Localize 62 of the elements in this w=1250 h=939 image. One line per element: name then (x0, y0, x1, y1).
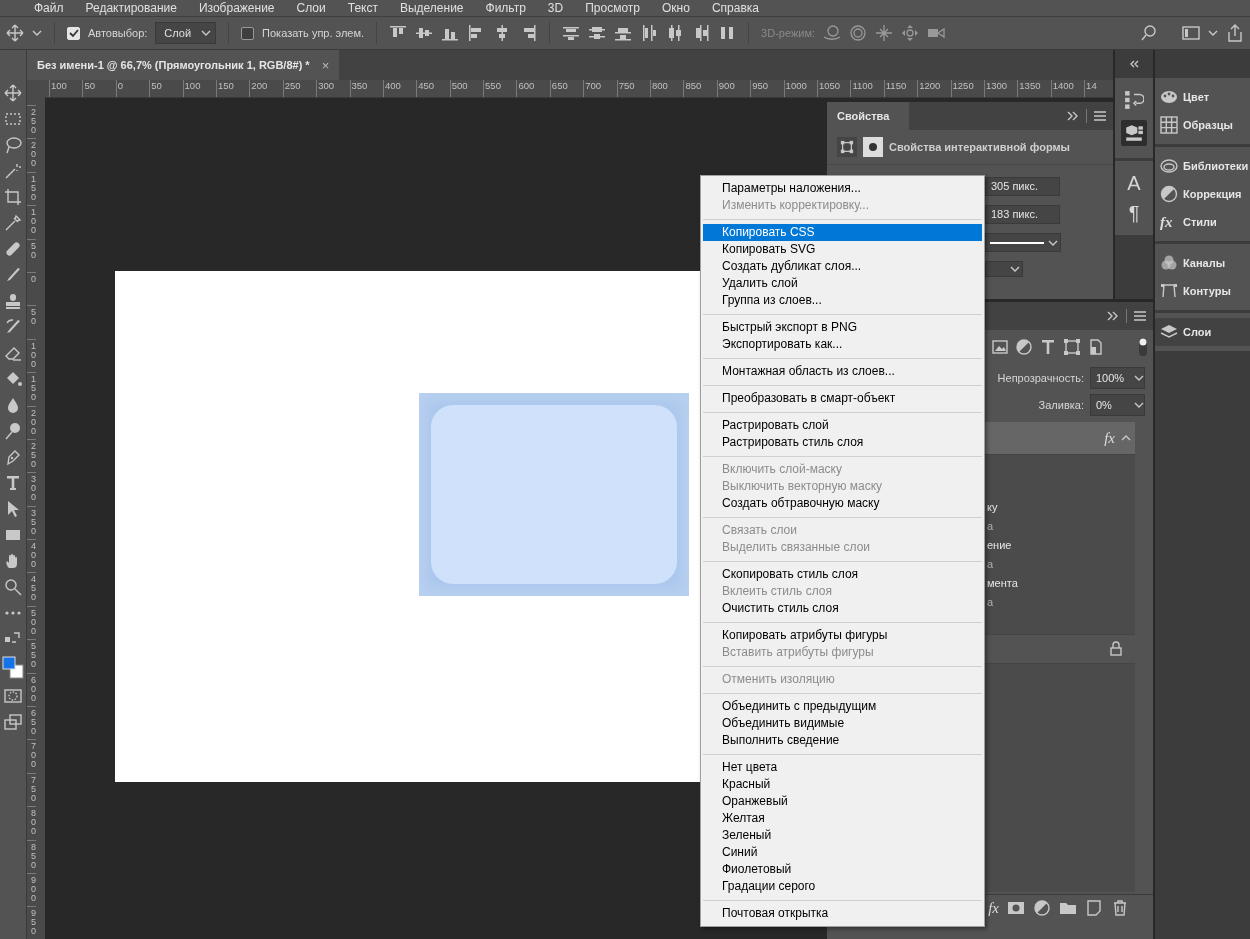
ruler-label: 350 (27, 505, 36, 540)
panel-heading: Свойства интерактивной формы (889, 141, 1070, 153)
ruler-label: 150 (27, 372, 36, 406)
ruler-label: 1350 (1017, 80, 1051, 97)
ruler-label: 50 (149, 80, 183, 97)
ruler-label: 0 (115, 80, 150, 97)
ruler-label: 1250 (950, 80, 984, 97)
ruler-label: 1050 (817, 80, 851, 97)
ruler-label: 250 (27, 438, 36, 473)
ruler-label: 500 (449, 80, 484, 97)
ruler-label: 450 (27, 572, 36, 606)
ruler-label: 300 (316, 80, 350, 97)
ruler-label: 200 (27, 405, 36, 439)
ruler-label: 100 (49, 80, 83, 97)
fill-label: Заливка: (1038, 399, 1084, 411)
ruler-label: 700 (27, 739, 36, 773)
auto-select-label: Автовыбор: (88, 27, 148, 39)
ruler-label: 750 (616, 80, 651, 97)
ruler-label: 200 (249, 80, 283, 97)
ruler-label: 50 (27, 305, 36, 339)
ruler-label: 250 (27, 105, 36, 139)
ruler-label: 1400 (1050, 80, 1085, 97)
ruler-label: 50 (82, 80, 116, 97)
ruler-label: 750 (27, 772, 36, 807)
ruler-label: 0 (27, 271, 36, 306)
ruler-label: 1150 (883, 80, 918, 97)
ruler-label: 1200 (917, 80, 951, 97)
opacity-label: Непрозрачность: (997, 372, 1084, 384)
ruler-label: 400 (27, 539, 36, 573)
ruler-label: 1000 (783, 80, 817, 97)
ruler-label: 400 (382, 80, 417, 97)
ruler-label: 450 (416, 80, 450, 97)
ruler-label: 900 (27, 873, 36, 907)
ruler-label: 100 (27, 338, 36, 373)
ruler-label: 600 (516, 80, 550, 97)
ruler-label: 700 (583, 80, 617, 97)
ruler-label: 800 (650, 80, 684, 97)
ruler-label: 250 (282, 80, 317, 97)
ruler-label: 550 (483, 80, 517, 97)
show-controls-label: Показать упр. элем. (262, 27, 365, 39)
ruler-label: 200 (27, 138, 36, 172)
ruler-label: 650 (549, 80, 584, 97)
ruler-label: 650 (27, 706, 36, 740)
ruler-label: 850 (27, 839, 36, 873)
ruler-label: 150 (215, 80, 250, 97)
ruler-label: 100 (182, 80, 216, 97)
ruler-label: 500 (27, 605, 36, 640)
ruler-label: 800 (27, 806, 36, 840)
ruler-label: 950 (750, 80, 784, 97)
ruler-label: 950 (27, 906, 36, 939)
ruler-label: 50 (27, 238, 36, 272)
ruler-label: 100 (27, 205, 36, 239)
ruler-label: 1300 (983, 80, 1018, 97)
ruler-label: 350 (349, 80, 383, 97)
ruler-label: 150 (27, 171, 36, 206)
ruler-label: 300 (27, 472, 36, 506)
effects-label: fx (1104, 429, 1115, 447)
ruler-label: 600 (27, 672, 36, 707)
ruler-label: 850 (683, 80, 717, 97)
ruler-label: 900 (716, 80, 751, 97)
ruler-label: 1100 (850, 80, 884, 97)
ruler-label: 550 (27, 639, 36, 673)
